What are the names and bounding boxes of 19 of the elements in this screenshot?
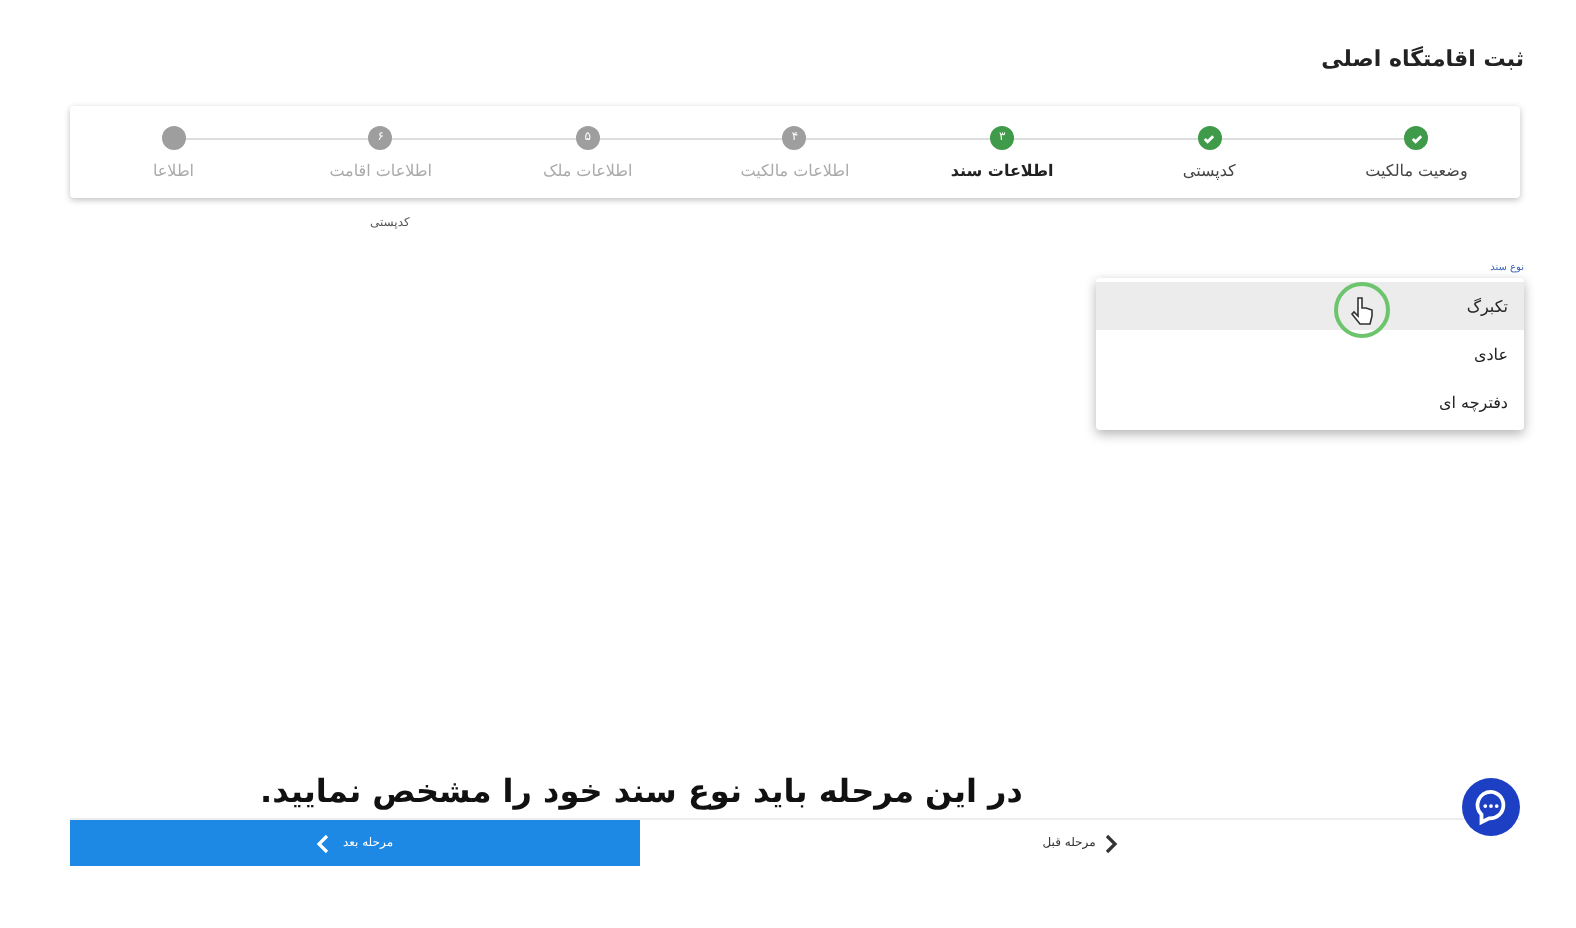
step-label: اطلاعا (152, 162, 195, 180)
step-marker (161, 126, 186, 150)
step-label: وضعیت مالکیت (1365, 162, 1468, 180)
chat-icon (1472, 788, 1510, 826)
step-label: اطلاعات سند (950, 162, 1054, 180)
step-label: اطلاعات ملک (543, 162, 633, 180)
check-icon (1409, 131, 1424, 145)
check-icon (1202, 131, 1217, 145)
caption: در این مرحله باید نوع سند خود را مشخص نمایید. (260, 772, 1023, 810)
page-title: ثبت اقامتگاه اصلی (1321, 46, 1526, 76)
menu-option[interactable]: عادی (1096, 330, 1524, 378)
chevron-left-icon (316, 833, 331, 853)
step-label: اطلاعات اقامت (329, 162, 432, 180)
chat-button[interactable] (1462, 778, 1520, 836)
menu-option[interactable]: دفترچه ای (1096, 378, 1524, 426)
step-label: کدپستی (1182, 162, 1236, 180)
step-label: اطلاعات مالکیت (740, 162, 850, 180)
chevron-right-icon (1103, 833, 1118, 853)
menu-option[interactable]: تکبرگ (1096, 282, 1524, 330)
